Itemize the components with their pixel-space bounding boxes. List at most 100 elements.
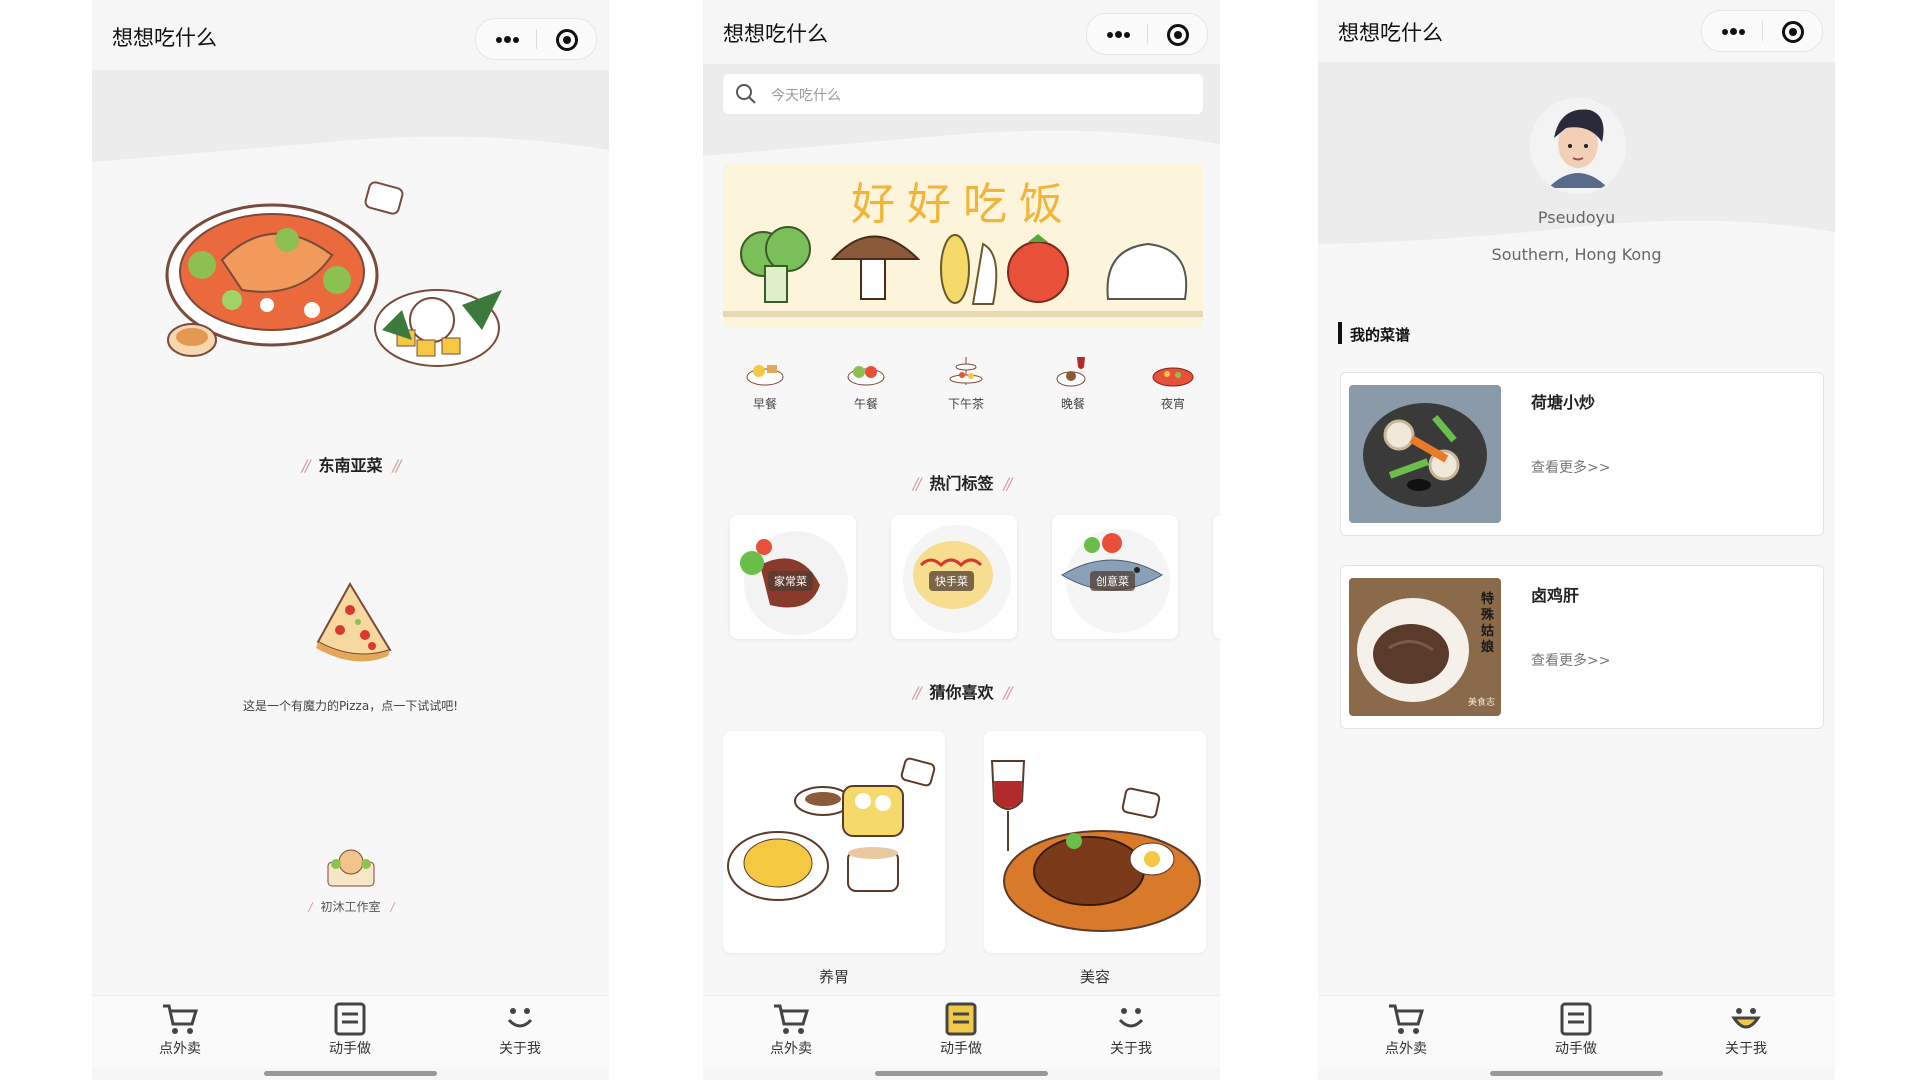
tag-card-creative-dish[interactable]: 创意菜: [1052, 515, 1178, 639]
breakfast-icon: [746, 365, 784, 386]
tab-cook[interactable]: 动手做: [290, 1002, 410, 1058]
slash-left-decoration: //: [912, 474, 922, 493]
nav-bar: 想想吃什么: [703, 0, 1220, 64]
banner[interactable]: 好好吃饭: [723, 164, 1203, 328]
slash-right-decoration: //: [1003, 683, 1013, 702]
recipe-title: 卤鸡肝: [1531, 586, 1580, 605]
tag-label: 快手菜: [929, 571, 974, 591]
cart-icon: [774, 1004, 810, 1034]
section-title-southeast-asian: // 东南亚菜 //: [92, 452, 609, 476]
nav-bar: 想想吃什么: [1318, 0, 1835, 62]
steak-wine-illustration: [990, 760, 1201, 932]
more-icon[interactable]: [1087, 14, 1147, 54]
tag-card-home-cooking[interactable]: 家常菜: [730, 515, 856, 639]
user-location: Southern, Hong Kong: [1491, 245, 1662, 264]
guess-label: 美容: [1079, 968, 1110, 986]
header-wave: [92, 70, 609, 162]
tab-label: 关于我: [1725, 1041, 1767, 1057]
category-label: 早餐: [752, 397, 777, 411]
recipe-more-link[interactable]: 查看更多>>: [1531, 650, 1610, 670]
smile-icon: [507, 1008, 533, 1028]
tab-takeout[interactable]: 点外卖: [731, 1002, 851, 1058]
home-indicator: [1490, 1071, 1663, 1076]
tab-takeout[interactable]: 点外卖: [1346, 1002, 1466, 1058]
tab-about-active[interactable]: 关于我: [1686, 1002, 1806, 1058]
category-breakfast[interactable]: 早餐: [730, 355, 800, 412]
photo-caption: 美食志: [1467, 698, 1495, 708]
vegetable-characters-illustration: [723, 226, 1203, 317]
guess-label: 养胃: [818, 968, 849, 986]
tab-about[interactable]: 关于我: [460, 1002, 580, 1058]
tab-bar: 点外卖 动手做 关于我: [1318, 995, 1835, 1068]
slash-left-decoration: //: [912, 683, 922, 702]
tab-label: 点外卖: [159, 1041, 201, 1057]
search-input[interactable]: 今天吃什么: [723, 74, 1203, 114]
section-title-hot-tags: // 热门标签 //: [703, 470, 1220, 494]
recipe-more-link[interactable]: 查看更多>>: [1531, 457, 1610, 477]
avatar[interactable]: [1530, 98, 1626, 194]
dinner-icon: [1056, 357, 1086, 387]
breakfast-set-illustration: [727, 757, 936, 901]
seafood-dish-illustration[interactable]: [162, 180, 532, 390]
tab-cook-active[interactable]: 动手做: [901, 1002, 1021, 1058]
category-midnight-snack[interactable]: 夜宵: [1138, 355, 1208, 412]
smile-icon: [1731, 1008, 1761, 1029]
recipe-image: 特殊姑娘 美食志: [1349, 578, 1501, 716]
section-title-text: 东南亚菜: [318, 456, 383, 475]
tag-label: 创意菜: [1090, 571, 1135, 591]
midnight-snack-icon: [1152, 367, 1194, 387]
tag-card-partial[interactable]: [1213, 515, 1220, 639]
recipe-card-lotus-stirfry[interactable]: 荷塘小炒 查看更多>>: [1340, 372, 1824, 536]
tab-takeout[interactable]: 点外卖: [120, 1002, 240, 1058]
mini-program-capsule: [475, 18, 597, 60]
phone-screen-about: 想想吃什么 Pseudoyu Southern, Hong Kong 我的菜谱: [1318, 0, 1835, 1080]
home-indicator: [264, 1071, 437, 1076]
app-title: 想想吃什么: [112, 26, 217, 50]
search-placeholder: 今天吃什么: [771, 88, 841, 104]
pizza-hint: 这是一个有魔力的Pizza，点一下试试吧!: [242, 699, 459, 713]
tab-label: 动手做: [329, 1041, 371, 1057]
lotus-stirfry-photo: [1349, 385, 1501, 523]
tab-label: 点外卖: [770, 1041, 812, 1057]
category-label: 夜宵: [1160, 397, 1185, 411]
avatar-illustration: [1530, 98, 1626, 194]
close-target-icon[interactable]: [1762, 11, 1822, 51]
more-icon[interactable]: [1702, 11, 1762, 51]
category-afternoon-tea[interactable]: 下午茶: [931, 355, 1001, 412]
app-title: 想想吃什么: [1338, 21, 1443, 45]
guess-card-stomach[interactable]: [723, 731, 945, 953]
close-target-icon[interactable]: [1147, 14, 1207, 54]
more-icon[interactable]: [476, 19, 536, 59]
category-label: 晚餐: [1060, 397, 1085, 411]
guess-card-beauty[interactable]: [984, 731, 1206, 953]
section-title-guess-you-like: // 猜你喜欢 //: [703, 679, 1220, 703]
category-lunch[interactable]: 午餐: [831, 355, 901, 412]
tab-cook[interactable]: 动手做: [1516, 1002, 1636, 1058]
recipe-title: 荷塘小炒: [1531, 393, 1596, 412]
tab-about[interactable]: 关于我: [1071, 1002, 1191, 1058]
close-target-icon[interactable]: [536, 19, 596, 59]
recipe-card-braised-liver[interactable]: 特殊姑娘 美食志 卤鸡肝 查看更多>>: [1340, 565, 1824, 729]
tab-label: 关于我: [499, 1041, 541, 1057]
phone-screen-southeast-asian: 想想吃什么 //东南亚菜// 这是一个有魔力的Pizza，点一下试试吧! / 初…: [92, 0, 609, 1080]
app-title: 想想吃什么: [723, 22, 828, 46]
section-title-text: 猜你喜欢: [929, 683, 994, 702]
recipe-book-icon: [1560, 1002, 1592, 1036]
search-icon: [736, 84, 756, 104]
tag-card-quick-dish[interactable]: 快手菜: [891, 515, 1017, 639]
mini-program-capsule: [1086, 13, 1208, 55]
magic-pizza-icon[interactable]: [310, 580, 394, 668]
studio-cat-logo: [327, 849, 375, 887]
afternoon-tea-icon: [949, 357, 983, 385]
section-title-text: 热门标签: [929, 474, 994, 493]
category-dinner[interactable]: 晚餐: [1038, 355, 1108, 412]
recipe-image: [1349, 385, 1501, 523]
slash-left-decoration: //: [301, 456, 311, 475]
cart-icon: [1389, 1004, 1425, 1034]
tab-label: 动手做: [1555, 1041, 1597, 1057]
nav-bar: 想想吃什么: [92, 0, 609, 70]
smile-icon: [1118, 1008, 1144, 1028]
slash-right-decoration: //: [392, 456, 402, 475]
lunch-icon: [847, 366, 885, 386]
category-label: 午餐: [853, 397, 878, 411]
